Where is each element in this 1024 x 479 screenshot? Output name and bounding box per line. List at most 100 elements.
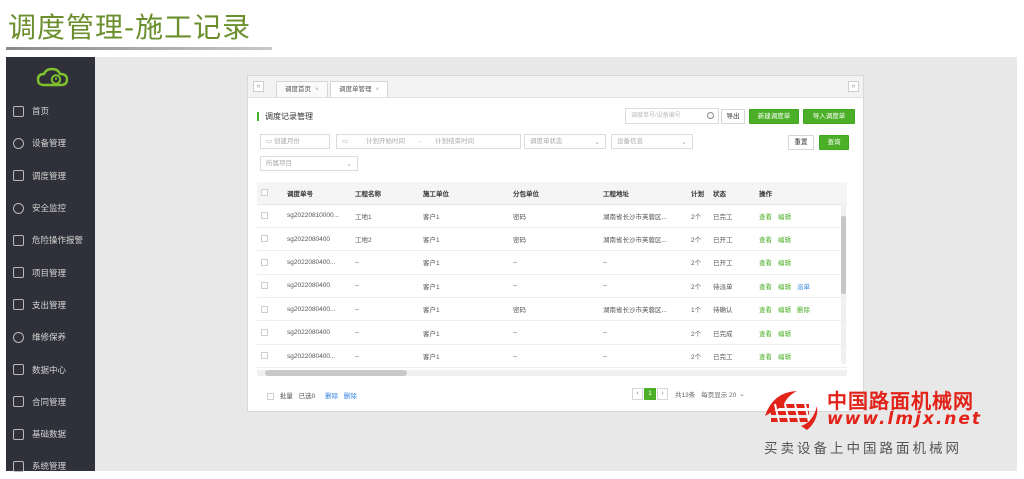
- column-header: 操作: [755, 182, 847, 205]
- project-name-cell: 工地1: [351, 204, 419, 228]
- search-icon[interactable]: [707, 112, 714, 119]
- status-cell: 已完工: [709, 204, 755, 228]
- view-link[interactable]: 查看: [759, 284, 772, 291]
- sidebar-item-device[interactable]: 设备管理: [6, 127, 95, 159]
- device-select[interactable]: 设备信息 ⌄: [611, 134, 693, 149]
- row-checkbox[interactable]: [261, 305, 268, 313]
- prev-page-icon[interactable]: ‹: [632, 388, 643, 400]
- view-link[interactable]: 查看: [759, 260, 772, 267]
- field-placeholder: 调度单状态: [530, 138, 563, 145]
- row-checkbox[interactable]: [261, 235, 268, 243]
- calendar-icon: ▭: [266, 138, 274, 145]
- view-link[interactable]: 查看: [759, 214, 772, 221]
- sidebar-item-expense[interactable]: 支出管理: [6, 289, 95, 321]
- sidebar-item-alarm[interactable]: 危险操作报警: [6, 224, 95, 256]
- search-input[interactable]: 调度单号/设备编号: [625, 108, 719, 124]
- view-link[interactable]: 查看: [759, 307, 772, 314]
- chevron-down-icon: ⌄: [739, 391, 745, 398]
- sidebar-item-contract[interactable]: 合同管理: [6, 386, 95, 418]
- column-header: 计划: [687, 182, 709, 205]
- alarm-icon: [13, 234, 24, 246]
- chevron-down-icon: ⌄: [346, 161, 352, 168]
- project-name-cell: --: [351, 297, 419, 322]
- row-checkbox[interactable]: [261, 212, 268, 220]
- scrollbar-thumb[interactable]: [841, 216, 846, 294]
- edit-link[interactable]: 编辑: [778, 260, 791, 267]
- batch-checkbox[interactable]: [267, 392, 274, 400]
- sidebar-item-label: 系统管理: [32, 461, 67, 472]
- system-icon: [13, 460, 24, 472]
- title-underline: [6, 47, 272, 50]
- edit-link[interactable]: 编辑: [778, 331, 791, 338]
- row-checkbox[interactable]: [261, 329, 268, 337]
- project-name-cell: --: [351, 250, 419, 275]
- sidebar-item-dispatch[interactable]: 调度管理: [6, 160, 95, 192]
- app-window: « 调度首页 × 调度单管理 × » 调度记录管理 调度单号/设备编号 导出 新建调…: [247, 75, 864, 412]
- horizontal-scrollbar[interactable]: [257, 370, 847, 376]
- construction-unit-cell: 客户1: [419, 227, 509, 252]
- watermark-slogan: 买卖设备上中国路面机械网: [764, 441, 962, 457]
- status-cell: 待确认: [709, 297, 755, 322]
- edit-link[interactable]: 编辑: [778, 237, 791, 244]
- actions-cell: 查看 编辑: [755, 227, 847, 252]
- sidebar: 首页 设备管理 调度管理 安全监控 危险操作报警 项目管理 支出管理 维修保养 …: [6, 57, 95, 472]
- tab-close-icon[interactable]: ×: [315, 86, 319, 93]
- address-cell: 湖南省长沙市芙蓉区...: [599, 227, 687, 252]
- delete-link[interactable]: 删除: [797, 307, 810, 314]
- select-all-header[interactable]: [257, 182, 283, 205]
- created-month-field[interactable]: ▭ 创建月份: [260, 134, 330, 149]
- sidebar-item-monitor[interactable]: 安全监控: [6, 192, 95, 224]
- scrollbar-thumb[interactable]: [265, 370, 407, 376]
- edit-link[interactable]: 编辑: [778, 214, 791, 221]
- sidebar-item-project[interactable]: 项目管理: [6, 256, 95, 288]
- view-link[interactable]: 查看: [759, 331, 772, 338]
- construction-unit-cell: 客户1: [419, 250, 509, 275]
- query-button[interactable]: 查询: [819, 135, 849, 150]
- batch-delete-link-2[interactable]: 删除: [344, 393, 357, 400]
- view-link[interactable]: 查看: [759, 354, 772, 361]
- tabs-scroll-right-icon[interactable]: »: [848, 81, 859, 92]
- tab-close-icon[interactable]: ×: [376, 86, 380, 93]
- reset-button[interactable]: 重置: [788, 135, 814, 150]
- address-cell: --: [599, 250, 687, 275]
- page-size-select[interactable]: 每页显示 20: [701, 389, 736, 399]
- column-header: 工程地址: [599, 182, 687, 205]
- dispatch-link[interactable]: 派单: [797, 284, 810, 291]
- edit-link[interactable]: 编辑: [778, 284, 791, 291]
- subcontract-unit-cell: --: [509, 320, 599, 345]
- chevron-down-icon: ⌄: [594, 139, 600, 146]
- subcontract-unit-cell: 密码: [509, 227, 599, 252]
- select-all-checkbox[interactable]: [261, 189, 268, 197]
- vertical-scrollbar[interactable]: [841, 204, 846, 364]
- row-checkbox[interactable]: [261, 258, 268, 266]
- status-cell: 已开工: [709, 250, 755, 275]
- current-page-button[interactable]: 1: [644, 388, 656, 400]
- import-order-button[interactable]: 导入调度单: [803, 109, 855, 124]
- tab-dispatch-orders[interactable]: 调度单管理 ×: [330, 81, 389, 97]
- sidebar-item-data-center[interactable]: 数据中心: [6, 353, 95, 385]
- sidebar-item-label: 数据中心: [32, 364, 67, 375]
- sidebar-item-repair[interactable]: 维修保养: [6, 321, 95, 353]
- row-checkbox[interactable]: [261, 352, 268, 360]
- sidebar-item-base-data[interactable]: 基础数据: [6, 418, 95, 450]
- sidebar-item-system[interactable]: 系统管理: [6, 450, 95, 479]
- edit-link[interactable]: 编辑: [778, 354, 791, 361]
- plan-date-range-field[interactable]: ▭ 计划开始时间 - 计划结束时间: [336, 134, 521, 149]
- new-order-button[interactable]: 新建调度单: [749, 109, 799, 124]
- tab-dispatch-home[interactable]: 调度首页 ×: [276, 81, 328, 97]
- monitor-icon: [13, 202, 24, 214]
- chevron-down-icon: ⌄: [681, 139, 687, 146]
- export-button[interactable]: 导出: [721, 109, 745, 124]
- row-checkbox[interactable]: [261, 282, 268, 290]
- project-name-cell: --: [351, 344, 419, 369]
- table-header-row: 调度单号 工程名称 施工单位 分包单位 工程地址 计划 状态 操作: [257, 182, 847, 205]
- batch-delete-link[interactable]: 删除: [325, 393, 338, 400]
- project-name-cell: 工地2: [351, 227, 419, 252]
- view-link[interactable]: 查看: [759, 237, 772, 244]
- edit-link[interactable]: 编辑: [778, 307, 791, 314]
- tabs-scroll-left-icon[interactable]: «: [253, 81, 264, 92]
- sidebar-item-home[interactable]: 首页: [6, 95, 95, 127]
- status-select[interactable]: 调度单状态 ⌄: [524, 134, 606, 149]
- project-select[interactable]: 所属项目 ⌄: [260, 156, 358, 171]
- next-page-icon[interactable]: ›: [657, 388, 668, 400]
